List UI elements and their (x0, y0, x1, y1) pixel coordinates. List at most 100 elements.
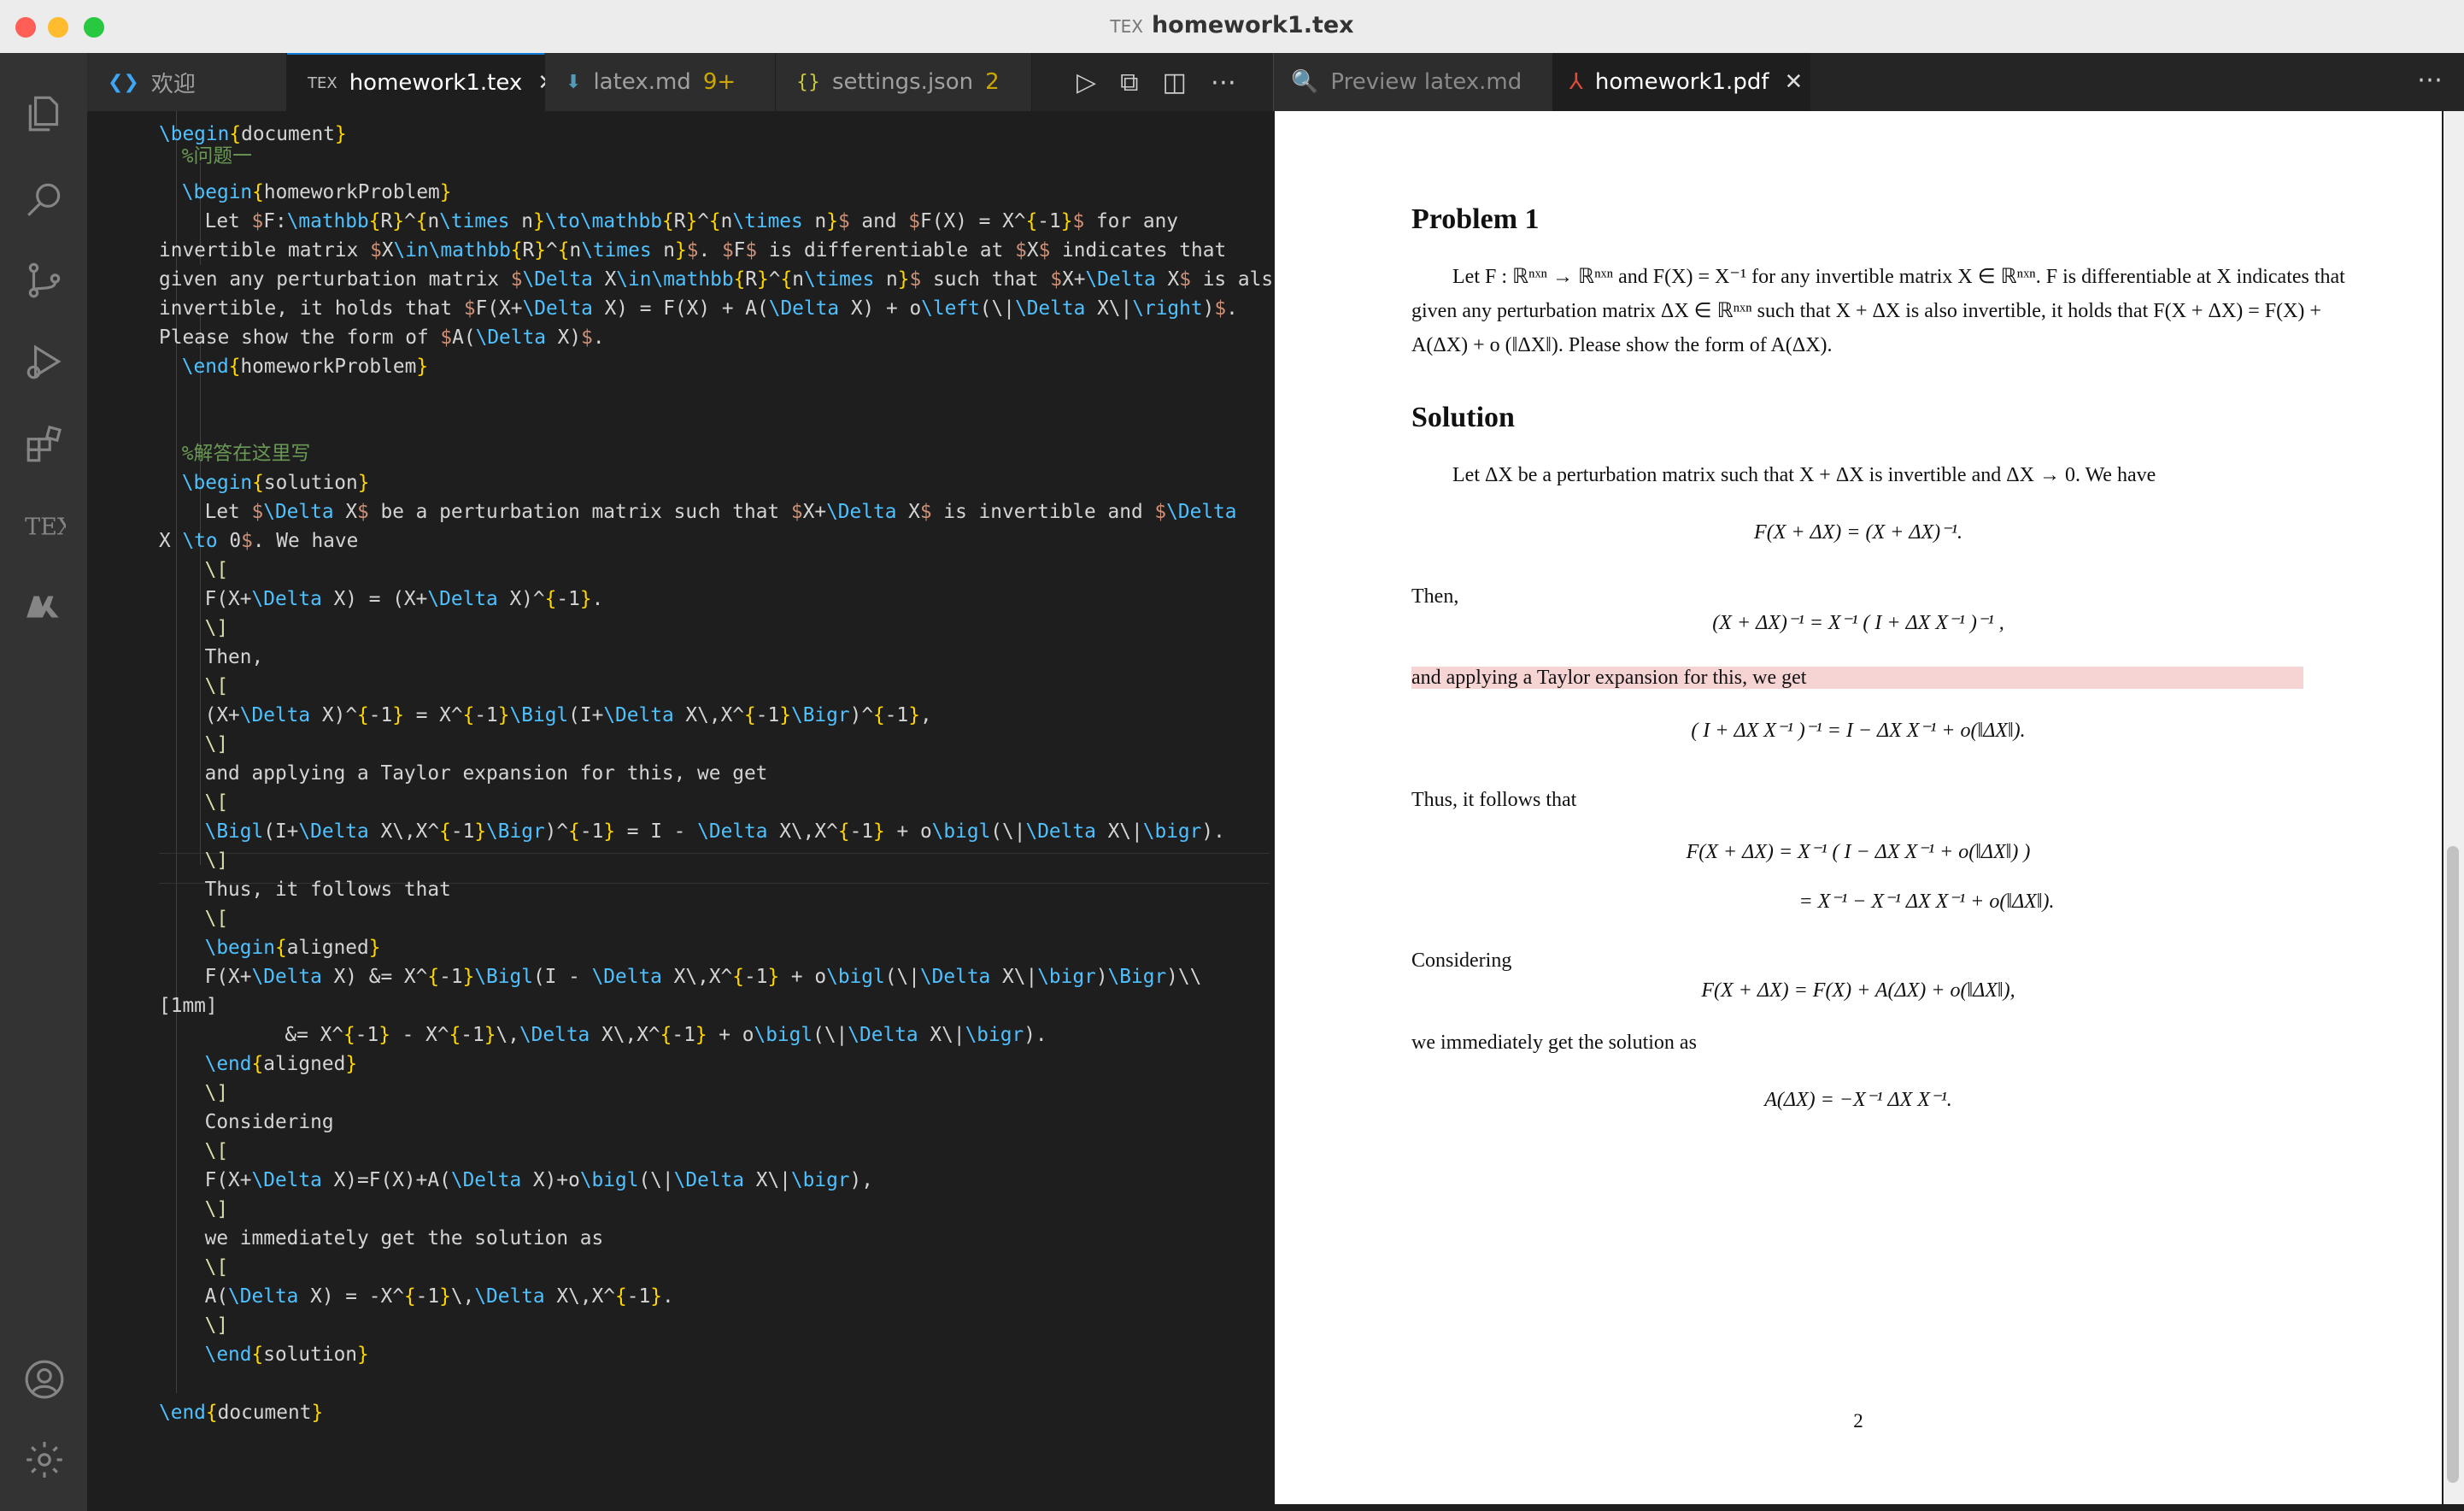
code-line[interactable]: F(X+\Delta X) &= X^{-1}\Bigl(I - \Delta … (205, 962, 1202, 991)
more-actions-icon[interactable]: ⋯ (1211, 68, 1236, 97)
equation-2: (X + ΔX)⁻¹ = X⁻¹ ( I + ΔX X⁻¹ )⁻¹ , (1712, 612, 2004, 634)
tex-file-icon: TEX (1110, 16, 1143, 37)
tab-label: homework1.pdf (1594, 69, 1769, 95)
tab-latex-md[interactable]: ⬇ latex.md 9+ (545, 53, 776, 111)
tab-homework1-tex[interactable]: TEX homework1.tex ✕ (287, 53, 556, 111)
account-icon[interactable] (22, 1357, 67, 1402)
tab-settings-json[interactable]: {} settings.json 2 (776, 53, 1032, 111)
code-line[interactable]: \[ (205, 556, 228, 585)
code-line[interactable]: \] (205, 730, 228, 759)
open-preview-icon[interactable]: ⧉ (1120, 68, 1138, 97)
source-control-icon[interactable] (22, 258, 67, 303)
code-line[interactable]: invertible, it holds that $F(X+\Delta X)… (159, 294, 1238, 323)
equation-4a: F(X + ΔX) = X⁻¹ ( I − ΔX X⁻¹ + o(‖ΔX‖) ) (1686, 841, 2031, 863)
code-line[interactable]: \] (205, 1079, 228, 1108)
run-icon[interactable]: ▷ (1077, 68, 1096, 97)
more-actions-icon[interactable]: ⋯ (2417, 65, 2443, 95)
code-line[interactable]: \end{document} (159, 1398, 323, 1427)
code-editor[interactable]: \begin{document} %问题一 \begin{homeworkProbl… (87, 111, 1273, 1511)
code-line[interactable]: \Bigl(I+\Delta X\,X^{-1}\Bigr)^{-1} = I … (205, 817, 1225, 846)
code-line[interactable]: A(\Delta X) = -X^{-1}\,\Delta X\,X^{-1}. (205, 1282, 674, 1311)
tab-label: homework1.tex (349, 70, 523, 96)
tex-file-icon: TEX (308, 73, 337, 92)
extensions-icon[interactable] (22, 422, 67, 467)
tab-label: settings.json (832, 69, 974, 95)
markdown-icon[interactable] (22, 585, 67, 629)
preview-icon: 🔍 (1291, 69, 1319, 95)
equation-3: ( I + ΔX X⁻¹ )⁻¹ = I − ΔX X⁻¹ + o(‖ΔX‖). (1691, 720, 2026, 742)
code-line[interactable]: Considering (205, 1108, 334, 1137)
code-line[interactable]: Then, (205, 643, 264, 672)
editor-actions: ▷ ⧉ ◫ ⋯ (1077, 53, 1236, 111)
code-line[interactable]: \] (205, 846, 228, 875)
text-thus: Thus, it follows that (1411, 789, 1577, 811)
tab-label: Preview latex.md (1330, 69, 1522, 95)
code-line[interactable]: X \to 0$. We have (159, 526, 358, 556)
code-line[interactable]: Let $F:\mathbb{R}^{n\times n}\to\mathbb{… (205, 207, 1178, 236)
window-title: TEX homework1.tex (0, 12, 2464, 38)
code-line[interactable]: (X+\Delta X)^{-1} = X^{-1}\Bigl(I+\Delta… (205, 701, 932, 730)
code-line[interactable]: we immediately get the solution as (205, 1224, 604, 1253)
code-line[interactable]: \[ (205, 1253, 228, 1282)
solution-heading: Solution (1411, 402, 1515, 433)
equation-1: F(X + ΔX) = (X + ΔX)⁻¹. (1754, 521, 1962, 544)
preview-tab-bar: 🔍 Preview latex.md ⅄ homework1.pdf ✕ ⋯ (1273, 53, 2464, 111)
code-line[interactable]: \begin{homeworkProblem} (182, 178, 452, 207)
code-line[interactable]: Please show the form of $A(\Delta X)$. (159, 323, 605, 352)
tex-icon[interactable]: TEX (22, 503, 67, 548)
problem-statement: Let F : ℝⁿˣⁿ → ℝⁿˣⁿ and F(X) = X⁻¹ for a… (1411, 266, 2345, 356)
code-line[interactable]: \[ (205, 904, 228, 933)
problems-badge: 9+ (702, 69, 736, 95)
vscode-icon: ❮❯ (108, 71, 139, 93)
tab-label: latex.md (593, 69, 691, 95)
tab-label: 欢迎 (150, 71, 196, 97)
activity-bar: TEX (0, 53, 87, 1511)
code-line[interactable]: %问题一 (182, 142, 252, 171)
code-line[interactable]: \end{solution} (205, 1340, 369, 1369)
equation-6: A(ΔX) = −X⁻¹ ΔX X⁻¹. (1764, 1089, 1952, 1111)
pdf-file-icon: ⅄ (1569, 69, 1583, 95)
equation-5: F(X + ΔX) = F(X) + A(ΔX) + o(‖ΔX‖), (1701, 979, 2015, 1002)
settings-gear-icon[interactable] (22, 1438, 67, 1482)
svg-text:TEX: TEX (25, 514, 66, 540)
code-line[interactable]: \begin{solution} (182, 468, 370, 497)
close-tab-icon[interactable]: ✕ (1785, 69, 1804, 95)
code-line[interactable]: \] (205, 614, 228, 643)
json-file-icon: {} (796, 71, 820, 93)
code-line[interactable]: \] (205, 1195, 228, 1224)
code-line[interactable]: \end{aligned} (205, 1049, 357, 1079)
code-line[interactable]: and applying a Taylor expansion for this… (205, 759, 768, 788)
text-taylor: and applying a Taylor expansion for this… (1411, 667, 1807, 689)
markdown-file-icon: ⬇ (566, 71, 582, 93)
code-line[interactable]: \[ (205, 1137, 228, 1166)
code-line[interactable]: \[ (205, 788, 228, 817)
code-line[interactable]: [1mm] (159, 991, 218, 1020)
code-line[interactable]: &= X^{-1} - X^{-1}\,\Delta X\,X^{-1} + o… (285, 1020, 1047, 1049)
tab-preview-latex-md[interactable]: 🔍 Preview latex.md (1274, 53, 1552, 111)
text-immediately: we immediately get the solution as (1411, 1032, 1697, 1054)
pdf-preview[interactable]: Problem 1 Let F : ℝⁿˣⁿ → ℝⁿˣⁿ and F(X) =… (1275, 111, 2442, 1504)
page-number: 2 (1853, 1410, 1863, 1432)
pdf-scrollbar-thumb[interactable] (2447, 846, 2459, 1483)
solution-intro: Let ΔX be a perturbation matrix such tha… (1452, 464, 2156, 486)
explorer-icon[interactable] (22, 91, 67, 136)
code-line[interactable]: invertible matrix $X\in\mathbb{R}^{n\tim… (159, 236, 1226, 265)
code-line[interactable]: Let $\Delta X$ be a perturbation matrix … (205, 497, 1237, 526)
split-editor-icon[interactable]: ◫ (1163, 68, 1187, 97)
code-line[interactable]: F(X+\Delta X)=F(X)+A(\Delta X)+o\bigl(\|… (205, 1166, 873, 1195)
code-line[interactable]: \[ (205, 672, 228, 701)
tab-welcome[interactable]: ❮❯ 欢迎 (87, 53, 287, 111)
code-line[interactable]: F(X+\Delta X) = (X+\Delta X)^{-1}. (205, 585, 604, 614)
tab-homework1-pdf[interactable]: ⅄ homework1.pdf ✕ (1552, 53, 1810, 111)
code-line[interactable]: \] (205, 1311, 228, 1340)
code-line[interactable]: %解答在这里写 (182, 439, 311, 468)
search-icon[interactable] (22, 177, 67, 221)
run-debug-icon[interactable] (22, 339, 67, 384)
code-line[interactable]: \begin{aligned} (205, 933, 381, 962)
code-line[interactable]: Thus, it follows that (205, 875, 451, 904)
code-line[interactable]: given any perturbation matrix $\Delta X\… (159, 265, 1273, 294)
window-title-text: homework1.tex (1151, 12, 1354, 38)
text-considering: Considering (1411, 950, 1512, 972)
code-line[interactable]: \end{homeworkProblem} (182, 352, 428, 381)
equation-4b: = X⁻¹ − X⁻¹ ΔX X⁻¹ + o(‖ΔX‖). (1798, 891, 2055, 913)
